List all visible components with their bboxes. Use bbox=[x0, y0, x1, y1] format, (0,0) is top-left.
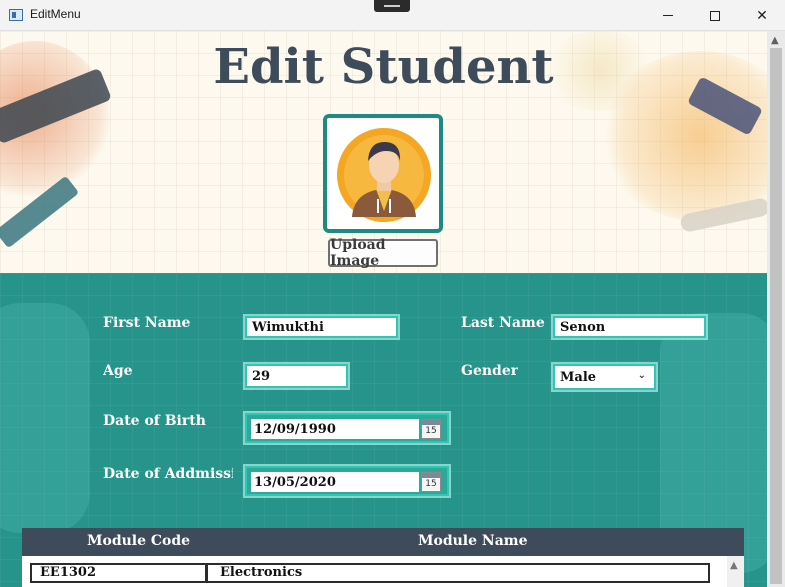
date-of-birth-label: Date of Birth bbox=[103, 413, 206, 429]
close-button[interactable]: ✕ bbox=[739, 0, 785, 31]
module-code-cell[interactable]: EE1302 bbox=[32, 565, 208, 581]
last-name-label: Last Name bbox=[461, 315, 545, 331]
table-scrollbar[interactable]: ▲ bbox=[727, 556, 744, 587]
chevron-up-icon[interactable]: ▲ bbox=[771, 35, 779, 46]
chevron-down-icon: ⌄ bbox=[637, 370, 646, 381]
modules-table: EE1302 Electronics ▲ bbox=[22, 556, 744, 587]
table-row[interactable]: EE1302 Electronics bbox=[30, 563, 710, 583]
page-title: Edit Student bbox=[213, 39, 554, 95]
close-icon: ✕ bbox=[756, 7, 768, 24]
date-of-admission-value[interactable]: 13/05/2020 bbox=[251, 472, 419, 492]
date-of-admission-label: Date of Addmission bbox=[103, 466, 233, 482]
minimize-button[interactable] bbox=[645, 0, 691, 31]
date-of-birth-value[interactable]: 12/09/1990 bbox=[251, 419, 419, 439]
upload-image-button[interactable]: Upload Image bbox=[328, 237, 438, 269]
age-field[interactable]: 29 bbox=[243, 362, 350, 390]
background-decoration bbox=[0, 303, 90, 533]
modules-table-header: Module Code Module Name bbox=[22, 528, 744, 556]
window-scrollbar[interactable]: ▲ bbox=[767, 31, 785, 587]
window-title-bar[interactable]: EditMenu ✕ bbox=[0, 0, 785, 31]
column-header-module-code[interactable]: Module Code bbox=[87, 533, 190, 549]
edit-student-form: Edit Student Upload Image First Name Wim… bbox=[0, 31, 767, 587]
window-title: EditMenu bbox=[30, 7, 81, 21]
gender-selected-value: Male bbox=[560, 369, 597, 385]
module-name-cell[interactable]: Electronics bbox=[210, 565, 302, 581]
last-name-field[interactable]: Senon bbox=[551, 314, 708, 340]
calendar-icon[interactable]: 15 bbox=[421, 419, 441, 439]
maximize-button[interactable] bbox=[692, 0, 738, 31]
age-label: Age bbox=[103, 363, 133, 379]
date-of-birth-picker[interactable]: 12/09/1990 15 bbox=[243, 411, 451, 445]
gender-label: Gender bbox=[461, 363, 519, 379]
maximize-icon bbox=[710, 10, 720, 21]
date-of-admission-picker[interactable]: 13/05/2020 15 bbox=[243, 464, 451, 498]
scrollbar-thumb[interactable] bbox=[770, 48, 782, 584]
column-header-module-name[interactable]: Module Name bbox=[418, 533, 528, 549]
gender-select[interactable]: Male ⌄ bbox=[551, 362, 658, 392]
snap-grip-handle[interactable] bbox=[374, 0, 410, 12]
first-name-field[interactable]: Wimukthi bbox=[243, 314, 400, 340]
chevron-up-icon[interactable]: ▲ bbox=[730, 560, 738, 571]
minimize-icon bbox=[663, 15, 673, 16]
student-photo-frame bbox=[323, 114, 443, 233]
first-name-label: First Name bbox=[103, 315, 191, 331]
app-window-icon bbox=[9, 9, 23, 21]
calendar-icon[interactable]: 15 bbox=[421, 472, 441, 492]
student-avatar-icon bbox=[337, 128, 431, 222]
